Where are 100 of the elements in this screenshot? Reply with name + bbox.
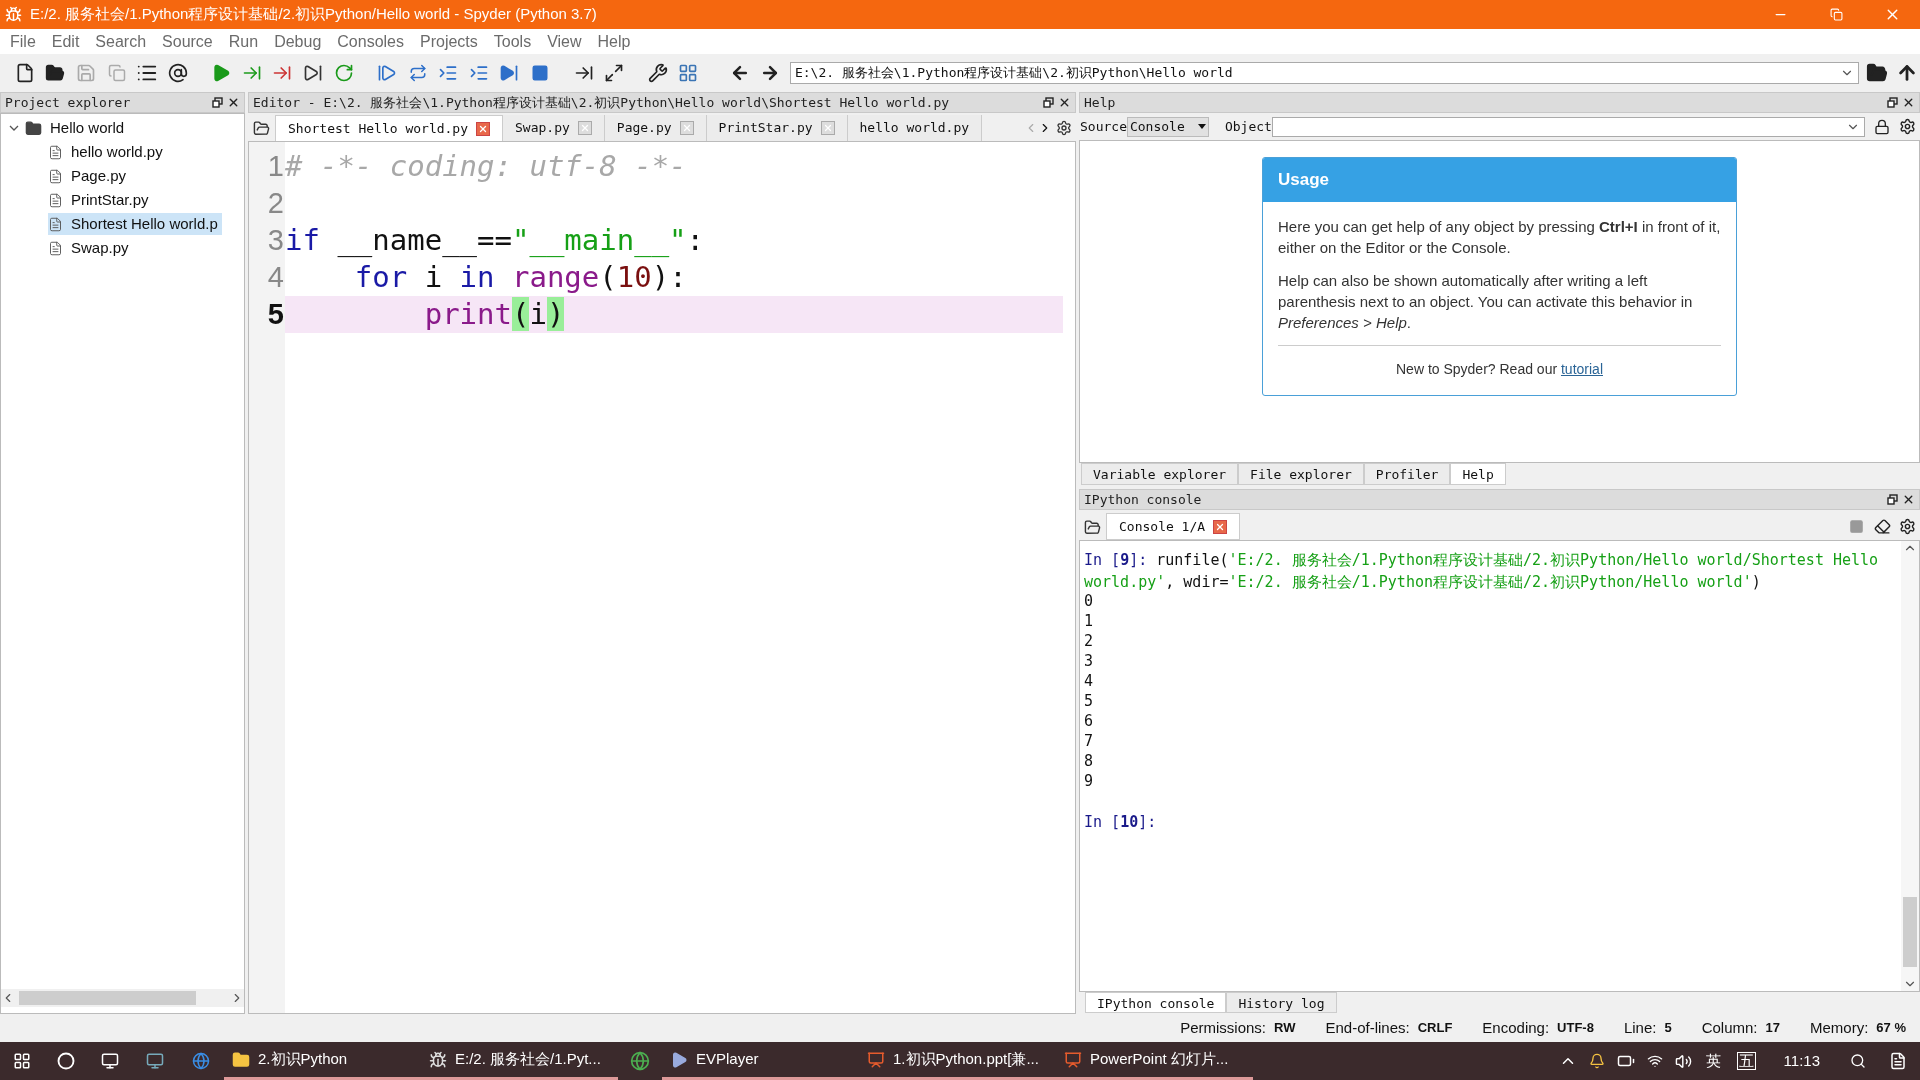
status-value: CRLF [1417, 1019, 1453, 1038]
status-label: Permissions: [1180, 1017, 1267, 1038]
menu-item[interactable]: File [4, 29, 42, 54]
tutorial-link[interactable]: tutorial [1560, 361, 1603, 377]
menu-item[interactable]: Edit [45, 29, 86, 54]
dropdown-arrow-icon [1197, 124, 1206, 129]
taskbar-item[interactable]: 2.初识Python [224, 1042, 421, 1080]
undock-icon[interactable] [1887, 494, 1898, 505]
input-language[interactable]: 英 [1705, 1049, 1721, 1073]
close-icon[interactable] [227, 96, 240, 109]
status-label: End-of-lines: [1325, 1017, 1410, 1038]
folder-icon [232, 1050, 250, 1069]
code-line: if __name__=="__main__": [285, 222, 706, 259]
browse-tabs-icon[interactable] [1084, 519, 1101, 536]
volume-icon[interactable] [1674, 1052, 1692, 1070]
code-editor[interactable]: 1 2 3 4 5 # -*- coding: utf-8 -*- if __name__=="__main__": for i in range(10): print(i) [248, 141, 1076, 1014]
editor-tab[interactable]: hello world.py [847, 115, 983, 141]
menu-item[interactable]: Search [89, 29, 153, 54]
console-tab[interactable]: Console 1/A [1106, 513, 1241, 540]
taskbar-item[interactable]: EVPlayer [662, 1042, 859, 1080]
settings-icon[interactable] [1899, 518, 1916, 535]
menu-item[interactable]: View [541, 29, 588, 54]
status-value: UTF-8 [1557, 1019, 1594, 1038]
path-field[interactable]: E:\2. 服务社会\1.Python程序设计基础\2.初识Python\Hello world [789, 61, 1859, 84]
tree-item[interactable]: Shortest Hello world.p [48, 213, 222, 235]
menu-item[interactable]: Run [222, 29, 265, 54]
code-line: for i in range(10): [353, 259, 688, 296]
undock-icon[interactable] [1043, 97, 1054, 108]
tree-item[interactable]: hello world.py [48, 141, 167, 163]
undock-icon[interactable] [1887, 97, 1898, 108]
source-dropdown[interactable]: Console [1126, 116, 1209, 137]
menu-item[interactable]: Tools [487, 29, 538, 54]
editor-tab[interactable]: PrintStar.py [706, 115, 848, 141]
editor-tab[interactable]: Page.py [604, 115, 707, 141]
editor-tab[interactable]: Shortest Hello world.py [275, 115, 503, 141]
console-command: In [9]: runfile('E:/2. 服务社会/1.Python程序设计基础/2.初识Python/Hello world/Shortest Hello world.py', wdir='E:/2. 服务社会/1.Python程序设计基础/2.初识Python/Hello world') [1084, 550, 1880, 593]
panel-tab[interactable]: History log [1226, 992, 1337, 1013]
code-line: # -*- coding: utf-8 -*- [285, 148, 688, 185]
menu-item[interactable]: Source [156, 29, 219, 54]
menu-item[interactable]: Projects [414, 29, 484, 54]
tray-app-icon[interactable] [1850, 1053, 1866, 1069]
help-paragraph: Help can also be shown automatically after writing a left parenthesis next to an object. You can activate this behavior in Preferences > Help. [1278, 271, 1694, 333]
help-footer: New to Spyder? Read our [1396, 361, 1561, 377]
taskbar-item[interactable]: PowerPoint 幻灯片... [1056, 1042, 1253, 1080]
line-number: 1 [267, 149, 285, 184]
status-label: Encoding: [1482, 1017, 1550, 1038]
search-icon[interactable] [57, 1052, 75, 1070]
panel-tab[interactable]: IPython console [1085, 992, 1227, 1013]
menu-item[interactable]: Debug [268, 29, 328, 54]
settings-icon[interactable] [1899, 118, 1916, 135]
scrollbar[interactable] [1, 989, 244, 1007]
tab-close-icon[interactable] [1213, 519, 1228, 534]
wifi-icon[interactable] [1646, 1053, 1663, 1069]
close-icon[interactable] [1902, 96, 1915, 109]
object-label: Object [1224, 117, 1272, 136]
panel-tab[interactable]: Variable explorer [1081, 463, 1239, 485]
editor-tab[interactable]: Swap.py [503, 115, 605, 141]
task-view-icon[interactable] [101, 1052, 119, 1070]
tree-item[interactable]: Swap.py [48, 237, 133, 259]
close-icon[interactable] [1902, 493, 1915, 506]
bug-icon [5, 6, 22, 23]
clock[interactable]: 11:13 [1783, 1049, 1820, 1073]
status-value: 5 [1664, 1019, 1672, 1038]
object-field[interactable] [1271, 116, 1865, 137]
globe-icon[interactable] [192, 1052, 210, 1070]
tree-item[interactable]: PrintStar.py [48, 189, 153, 211]
ime-indicator[interactable]: 五 [1736, 1052, 1756, 1070]
panel-tab[interactable]: Help [1450, 463, 1506, 485]
tree-item[interactable]: Page.py [48, 165, 131, 187]
globe-icon [630, 1051, 650, 1071]
panel-tab[interactable]: File explorer [1238, 463, 1364, 485]
notifications-icon[interactable] [1889, 1052, 1907, 1070]
tree-item[interactable]: Hello world [25, 117, 129, 139]
menu-item[interactable]: Help [591, 29, 637, 54]
browse-tabs-icon[interactable] [253, 120, 270, 137]
scrollbar[interactable] [1901, 541, 1919, 991]
console-output: 9 [1084, 771, 1095, 791]
panel-tab[interactable]: Profiler [1363, 463, 1451, 485]
close-icon[interactable] [1058, 96, 1071, 109]
scrollbar-thumb[interactable] [19, 991, 196, 1005]
taskbar-item[interactable]: 1.初识Python.ppt[兼... [859, 1042, 1056, 1080]
settings-icon[interactable] [1056, 120, 1072, 136]
undock-icon[interactable] [212, 97, 223, 108]
line-number: 3 [267, 223, 285, 258]
tray-app-icon[interactable] [1588, 1053, 1605, 1069]
status-value: 17 [1765, 1019, 1780, 1038]
monitor-icon[interactable] [146, 1052, 164, 1070]
eraser-icon[interactable] [1874, 518, 1891, 535]
tab-close-icon[interactable] [476, 121, 490, 136]
menu-item[interactable]: Consoles [331, 29, 410, 54]
taskbar-item[interactable]: E:/2. 服务社会/1.Pyt... [421, 1042, 618, 1080]
status-label: Memory: [1810, 1017, 1869, 1038]
console-output: 8 [1084, 751, 1095, 771]
scrollbar-thumb[interactable] [1903, 897, 1917, 967]
file-icon [48, 240, 63, 256]
restore-icon[interactable] [1829, 8, 1843, 21]
pane-title: Editor - E:\2. 服务社会\1.Python程序设计基础\2.初识Python\Hello world\Shortest Hello world.py [253, 93, 951, 112]
lock-icon[interactable] [1874, 118, 1890, 135]
start-icon[interactable] [13, 1052, 31, 1070]
file-icon [48, 216, 63, 232]
